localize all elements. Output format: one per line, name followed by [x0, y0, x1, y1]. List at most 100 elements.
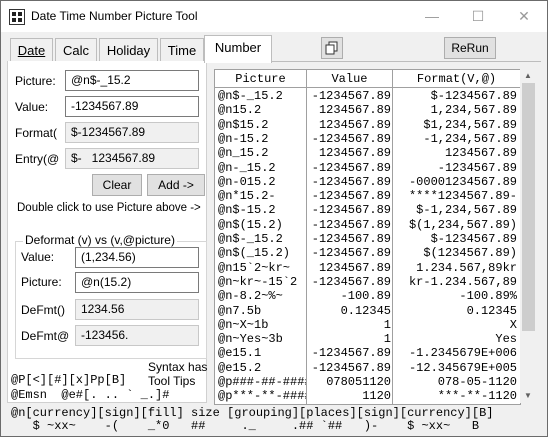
- table-row[interactable]: @n-8.2~%~ -100.89 -100.89%: [215, 289, 520, 304]
- format-cell: $-1,234,567.89: [416, 203, 517, 218]
- table-row[interactable]: @n_15.2 1234567.89 1234567.89: [215, 146, 520, 161]
- grid-scrollbar[interactable]: ▲ ▼: [520, 69, 537, 403]
- tab-number[interactable]: Number: [204, 35, 272, 63]
- defmt-at-label: DeFmt@: [21, 329, 70, 343]
- value-cell: 1234567.89: [318, 146, 391, 161]
- app-window: Date Time Number Picture Tool — ☐ ✕ Date…: [0, 0, 548, 437]
- tab-calc[interactable]: Calc: [55, 38, 97, 62]
- picture-cell: @n_15.2: [218, 146, 269, 161]
- format-cell: Yes: [495, 332, 517, 347]
- tab-date[interactable]: Date: [10, 38, 53, 62]
- column-header-value[interactable]: Value: [307, 70, 393, 88]
- table-row[interactable]: @n15.2 1234567.89 1,234,567.89: [215, 103, 520, 118]
- table-row[interactable]: @e15.1 -1234567.89 -1.2345679E+006: [215, 346, 520, 361]
- maximize-button[interactable]: ☐: [455, 1, 501, 32]
- value-cell: -1234567.89: [311, 217, 391, 232]
- picture-cell: @e15.2: [218, 360, 262, 375]
- value-input[interactable]: -1234567.89: [65, 96, 199, 117]
- value-cell: 1: [383, 332, 391, 347]
- picture-input[interactable]: @n$-_15.2: [65, 70, 199, 91]
- value-cell: -1234567.89: [311, 274, 391, 289]
- entry-label: Entry(@: [15, 152, 60, 166]
- table-row[interactable]: @p***-**-#### 1120 ***-**-1120: [215, 389, 520, 404]
- table-row[interactable]: @n-_15.2 -1234567.89 -1234567.89: [215, 161, 520, 176]
- format-cell: -12.345679E+005: [408, 360, 517, 375]
- format-cell: -1,234,567.89: [423, 131, 517, 146]
- deformat-picture-input[interactable]: @n(15.2): [75, 272, 199, 293]
- format-cell: -1.2345679E+006: [408, 346, 517, 361]
- syntax-tooltip-note: Syntax has Tool Tips: [148, 360, 208, 388]
- value-cell: -1234567.89: [311, 360, 391, 375]
- defmt-label: DeFmt(): [21, 303, 65, 317]
- value-cell: -1234567.89: [311, 89, 391, 103]
- scroll-down-icon[interactable]: ▼: [524, 391, 532, 400]
- format-cell: $-1234567.89: [430, 232, 517, 246]
- copy-button[interactable]: [321, 37, 343, 59]
- table-row[interactable]: @n-015.2 -1234567.89 -00001234567.89: [215, 175, 520, 190]
- tab-label: Time: [167, 43, 197, 58]
- picture-cell: @n$-_15.2: [218, 232, 283, 246]
- tab-holiday[interactable]: Holiday: [99, 38, 158, 62]
- syntax-line-number: @n[currency][sign][fill] size [grouping]…: [11, 406, 494, 420]
- value-cell: -1234567.89: [311, 232, 391, 246]
- picture-cell: @n*15.2-: [218, 189, 276, 204]
- picture-cell: @n~Yes~3b: [218, 332, 283, 347]
- scroll-up-icon[interactable]: ▲: [524, 71, 532, 80]
- picture-cell: @n$15.2: [218, 117, 269, 132]
- value-cell: -1234567.89: [311, 246, 391, 261]
- table-row[interactable]: @e15.2 -1234567.89 -12.345679E+005: [215, 361, 520, 376]
- value-cell: -1234567.89: [311, 131, 391, 146]
- deformat-legend: Deformat (v) vs (v,@picture): [23, 233, 177, 247]
- window-title: Date Time Number Picture Tool: [31, 9, 198, 23]
- table-row[interactable]: @n$-_15.2 -1234567.89 $-1234567.89: [215, 89, 520, 104]
- table-row[interactable]: @n~Yes~3b 1 Yes: [215, 332, 520, 347]
- picture-cell: @n$-_15.2: [218, 89, 283, 103]
- table-row[interactable]: @n$-15.2 -1234567.89 $-1,234,567.89: [215, 203, 520, 218]
- format-label: Format(: [15, 126, 57, 140]
- add-button[interactable]: Add ->: [147, 174, 205, 196]
- format-cell: 1.234.567,89kr: [416, 260, 517, 275]
- value-cell: 078051120: [326, 375, 391, 389]
- format-cell: ****1234567.89-: [408, 189, 517, 204]
- format-output: $-1234567.89: [65, 122, 199, 143]
- app-icon: [9, 9, 25, 25]
- table-row[interactable]: @n$(15.2) -1234567.89 $(1,234,567.89): [215, 218, 520, 233]
- column-header-picture[interactable]: Picture: [215, 70, 307, 88]
- deformat-value-label: Value:: [21, 250, 55, 264]
- picture-cell: @n15`2~kr~: [218, 260, 291, 275]
- syntax-line-exponent: @Emsn @e#[. .. ` _.]#: [11, 388, 170, 402]
- rerun-button[interactable]: ReRun: [444, 37, 496, 59]
- close-button[interactable]: ✕: [501, 1, 547, 32]
- value-cell: -1234567.89: [311, 189, 391, 204]
- clear-button[interactable]: Clear: [92, 174, 142, 196]
- table-row[interactable]: @n15`2~kr~ 1234567.89 1.234.567,89kr: [215, 261, 520, 276]
- tab-time[interactable]: Time: [160, 38, 204, 62]
- format-cell: $-1234567.89: [430, 89, 517, 103]
- tab-label: Number: [214, 40, 262, 55]
- copy-icon: [325, 41, 338, 55]
- table-row[interactable]: @n$(_15.2) -1234567.89 $(1234567.89): [215, 246, 520, 261]
- table-row[interactable]: @n*15.2- -1234567.89 ****1234567.89-: [215, 189, 520, 204]
- table-row[interactable]: @n~X~1b 1 X: [215, 318, 520, 333]
- column-header-format[interactable]: Format(V,@): [393, 70, 520, 88]
- format-cell: -100.89%: [459, 289, 517, 304]
- format-cell: ***-**-1120: [437, 389, 517, 404]
- table-row[interactable]: @n-15.2 -1234567.89 -1,234,567.89: [215, 132, 520, 147]
- table-row[interactable]: @n7.5b 0.12345 0.12345: [215, 304, 520, 319]
- table-row[interactable]: @n~kr~-15`2 -1234567.89 kr-1.234.567,89: [215, 275, 520, 290]
- defmt-output: 1234.56: [75, 299, 199, 320]
- picture-cell: @n$(_15.2): [218, 246, 291, 261]
- table-row[interactable]: @p###-##-#### 078051120 078-05-1120: [215, 375, 520, 390]
- title-bar[interactable]: Date Time Number Picture Tool — ☐ ✕: [1, 1, 547, 32]
- picture-cell: @p***-**-####: [218, 389, 306, 404]
- value-cell: 1120: [362, 389, 391, 404]
- deformat-value-input[interactable]: (1,234.56): [75, 247, 199, 268]
- table-row[interactable]: @n$15.2 1234567.89 $1,234,567.89: [215, 118, 520, 133]
- table-row[interactable]: @n$-_15.2 -1234567.89 $-1234567.89: [215, 232, 520, 247]
- picture-label: Picture:: [15, 74, 56, 88]
- format-grid[interactable]: Picture Value Format(V,@) @n$-_15.2 -1234…: [214, 69, 521, 405]
- value-cell: 1234567.89: [318, 117, 391, 132]
- scroll-thumb[interactable]: [522, 83, 535, 331]
- format-cell: X: [509, 317, 517, 332]
- minimize-button[interactable]: —: [409, 1, 455, 32]
